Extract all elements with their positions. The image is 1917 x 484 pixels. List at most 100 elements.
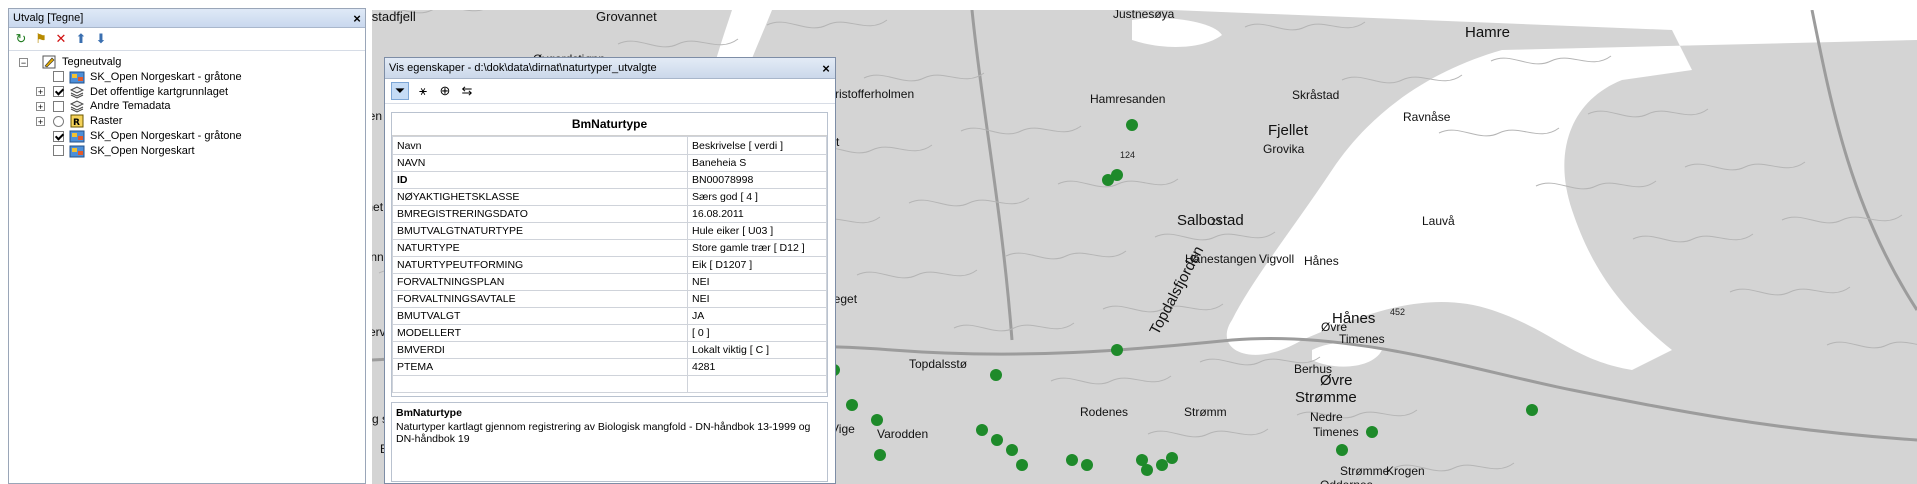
nature-site-marker[interactable] (1166, 452, 1178, 464)
nature-site-marker[interactable] (871, 414, 883, 426)
attribute-name: NATURTYPE (392, 239, 688, 257)
table-row[interactable] (392, 375, 827, 393)
dialog-toolbar: ⏷ ⚹ ⊕ ⇆ (385, 79, 835, 104)
table-row[interactable]: BMREGISTRERINGSDATO 16.08.2011 (392, 205, 827, 223)
map-place-label: Strømme (1340, 464, 1390, 478)
nature-site-marker[interactable] (991, 434, 1003, 446)
collapse-icon[interactable]: − (19, 57, 28, 67)
dialog-titlebar: Vis egenskaper - d:\dok\data\dirnat\natu… (385, 58, 835, 79)
attribute-name (392, 375, 688, 393)
table-row[interactable]: MODELLERT [ 0 ] (392, 324, 827, 342)
tree-item-label: SK_Open Norgeskart - gråtone (90, 130, 242, 142)
nature-site-marker[interactable] (1526, 404, 1538, 416)
table-row[interactable]: ID BN00078998 (392, 171, 827, 189)
attribute-value: NEI (687, 290, 827, 308)
column-header[interactable]: Navn (392, 136, 688, 155)
map-place-label: Hamre (1465, 24, 1511, 41)
close-icon[interactable]: × (349, 11, 365, 26)
attribute-name: NAVN (392, 154, 688, 172)
table-row[interactable]: BMUTVALGTNATURTYPE Hule eiker [ U03 ] (392, 222, 827, 240)
move-down-icon[interactable]: ⬇ (93, 31, 109, 47)
move-up-icon[interactable]: ⬆ (73, 31, 89, 47)
map-place-label: Skråstad (1292, 88, 1340, 102)
nature-site-marker[interactable] (976, 424, 988, 436)
map-layer-icon (69, 143, 85, 159)
attribute-value: Hule eiker [ U03 ] (687, 222, 827, 240)
map-place-label: Varodden (877, 427, 929, 441)
map-place-label: 452 (1390, 307, 1406, 317)
map-place-label: Justnesøya (1113, 10, 1175, 21)
map-place-label: Grovannet (596, 10, 657, 24)
table-row[interactable]: FORVALTNINGSPLAN NEI (392, 273, 827, 291)
select-icon[interactable]: ⚑ (33, 31, 49, 47)
link-icon[interactable]: ⇆ (459, 83, 475, 99)
selection-panel: Utvalg [Tegne] × ↻ ⚑ ✕ ⬆ ⬇ − Tegneutvalg SK_Op… (8, 8, 366, 484)
panel-title: Utvalg [Tegne] (13, 12, 84, 24)
dialog-title: Vis egenskaper - d:\dok\data\dirnat\natu… (389, 62, 657, 74)
layer-visibility-checkbox[interactable] (53, 130, 64, 142)
tree-filter-icon[interactable]: ⚹ (415, 83, 431, 99)
layer-radio[interactable] (53, 115, 64, 127)
nature-site-marker[interactable] (1126, 119, 1138, 131)
attribute-name: NATURTYPEUTFORMING (392, 256, 688, 274)
nature-site-marker[interactable] (1016, 459, 1028, 471)
delete-icon[interactable]: ✕ (53, 31, 69, 47)
attribute-value: [ 0 ] (687, 324, 827, 342)
close-icon[interactable]: × (817, 61, 835, 76)
layer-visibility-checkbox[interactable] (53, 71, 64, 83)
tree-item-label: SK_Open Norgeskart - gråtone (90, 70, 242, 83)
nature-site-marker[interactable] (1141, 464, 1153, 476)
layer-visibility-checkbox[interactable] (53, 86, 64, 98)
nature-site-marker[interactable] (1006, 444, 1018, 456)
layer-visibility-checkbox[interactable] (53, 100, 64, 112)
map-place-label: Rodenes (1080, 405, 1129, 419)
properties-dialog: Vis egenskaper - d:\dok\data\dirnat\natu… (384, 57, 836, 484)
nature-site-marker[interactable] (1336, 444, 1348, 456)
layer-visibility-checkbox[interactable] (53, 145, 64, 157)
tree-item-label: SK_Open Norgeskart (90, 144, 195, 157)
feature-class-heading: BmNaturtype (392, 113, 827, 136)
nature-site-marker[interactable] (1111, 169, 1123, 181)
map-place-label: Topdalsstø (909, 357, 968, 371)
expand-icon[interactable]: + (36, 101, 45, 111)
attribute-value: Store gamle trær [ D12 ] (687, 239, 827, 257)
nature-site-marker[interactable] (846, 399, 858, 411)
tree-item-label: Raster (90, 115, 123, 128)
table-row[interactable]: BMUTVALGT JA (392, 307, 827, 325)
map-place-label: Krogen (1386, 464, 1425, 478)
description-title: BmNaturtype (396, 407, 462, 419)
column-header[interactable]: Beskrivelse [ verdi ] (687, 136, 827, 155)
table-row[interactable]: BMVERDI Lokalt viktig [ C ] (392, 341, 827, 359)
layer-tree: − Tegneutvalg SK_Open Norgeskart - gråtone… (9, 51, 365, 483)
attribute-name: NØYAKTIGHETSKLASSE (392, 188, 688, 206)
table-row[interactable]: NAVN Baneheia S (392, 154, 827, 172)
attribute-name: MODELLERT (392, 324, 688, 342)
table-row[interactable]: NØYAKTIGHETSKLASSE Særs god [ 4 ] (392, 188, 827, 206)
table-row[interactable]: NATURTYPE Store gamle trær [ D12 ] (392, 239, 827, 257)
nature-site-marker[interactable] (1081, 459, 1093, 471)
table-row[interactable]: PTEMA 4281 (392, 358, 827, 376)
map-place-label: Vigvoll (1259, 252, 1295, 266)
tree-item-label: Det offentlige kartgrunnlaget (90, 85, 228, 98)
panel-toolbar: ↻ ⚑ ✕ ⬆ ⬇ (9, 28, 365, 51)
table-row[interactable]: NATURTYPEUTFORMING Eik [ D1207 ] (392, 256, 827, 274)
attribute-name: FORVALTNINGSAVTALE (392, 290, 688, 308)
nature-site-marker[interactable] (1366, 426, 1378, 438)
nature-site-marker[interactable] (1066, 454, 1078, 466)
tree-item[interactable]: SK_Open Norgeskart (36, 142, 195, 160)
map-place-label: Timenes (1313, 425, 1359, 439)
attribute-name: FORVALTNINGSPLAN (392, 273, 688, 291)
expand-icon[interactable]: + (36, 87, 45, 97)
nature-site-marker[interactable] (1156, 459, 1168, 471)
nature-site-marker[interactable] (874, 449, 886, 461)
map-place-label: Kristofferholmen (827, 87, 915, 101)
nature-site-marker[interactable] (1111, 344, 1123, 356)
table-row[interactable]: FORVALTNINGSAVTALE NEI (392, 290, 827, 308)
refresh-icon[interactable]: ↻ (13, 31, 29, 47)
zoom-to-icon[interactable]: ⊕ (437, 83, 453, 99)
attribute-value: 4281 (687, 358, 827, 376)
nature-site-marker[interactable] (990, 369, 1002, 381)
attribute-value: BN00078998 (687, 171, 827, 189)
expand-icon[interactable]: + (36, 116, 45, 126)
filter-icon[interactable]: ⏷ (391, 82, 409, 100)
